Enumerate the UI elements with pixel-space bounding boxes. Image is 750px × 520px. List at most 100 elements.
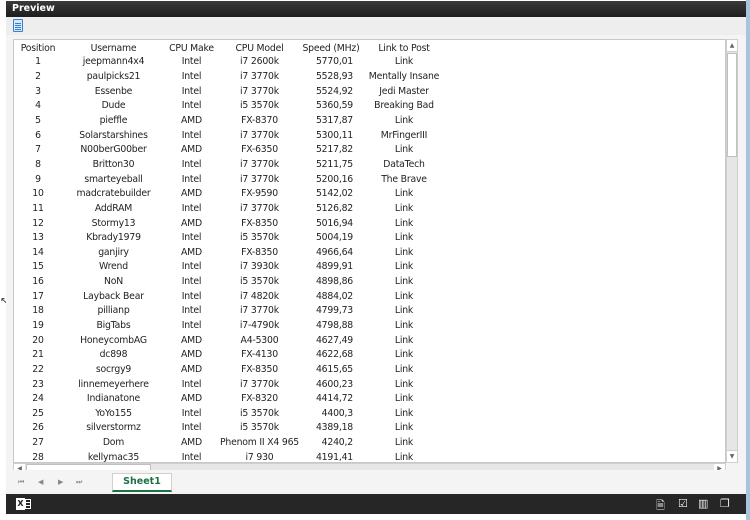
cell-speed: 4191,41 (315, 451, 353, 463)
cell-cpu-make: Intel (181, 173, 202, 185)
cell-link[interactable]: Link (361, 435, 447, 450)
cell-link[interactable]: Link (361, 55, 447, 70)
cell-cpu-make: Intel (181, 407, 202, 419)
cell-position: 27 (32, 437, 44, 449)
table-row: 24 Indianatone AMD FX-8320 4414,72 Link (14, 391, 447, 406)
download-icon[interactable]: 🗎 (656, 497, 665, 516)
cell-link[interactable]: Link (361, 450, 447, 462)
cell-position: 4 (35, 100, 41, 112)
cell-speed: 4622,68 (315, 349, 353, 361)
cell-username: pillianp (97, 305, 130, 317)
cell-link[interactable]: Link (361, 347, 447, 362)
cell-position: 5 (35, 115, 41, 127)
cell-link[interactable]: Link (361, 391, 447, 406)
next-sheet-button[interactable]: ▶ (58, 478, 63, 486)
status-bar: X 🗎 ☑ ▥ ❐ (6, 494, 746, 514)
table-row: 2 paulpicks21 Intel i7 3770k 5528,93 Mentally… (14, 69, 447, 84)
sheet-tab-sheet1[interactable]: Sheet1 (112, 473, 172, 492)
cell-link[interactable]: Link (361, 289, 447, 304)
prev-sheet-button[interactable]: ◀ (38, 478, 43, 486)
table-row: 7 N00berG00ber AMD FX-6350 5217,82 Link (14, 142, 447, 157)
cell-username: Britton30 (92, 158, 135, 170)
cell-cpu-make: AMD (181, 217, 202, 229)
cell-username: AddRAM (94, 202, 133, 214)
cell-link[interactable]: Link (361, 230, 447, 245)
vertical-scrollbar[interactable]: ▲ ▼ (726, 39, 738, 463)
cell-link[interactable]: Mentally Insane (361, 69, 447, 84)
cell-username: smarteyeball (84, 173, 143, 185)
scroll-up-button[interactable]: ▲ (727, 40, 737, 52)
cell-link[interactable]: Link (361, 216, 447, 231)
cell-position: 11 (32, 202, 44, 214)
cell-speed: 4389,18 (315, 422, 353, 434)
cell-link[interactable]: Link (361, 304, 447, 319)
cell-link[interactable]: Link (361, 362, 447, 377)
table-row: 14 ganjiry AMD FX-8350 4966,64 Link (14, 245, 447, 260)
sheet-tab-bar: ⏮ ◀ ▶ ⏭ Sheet1 (6, 470, 746, 494)
toolbar (6, 17, 746, 35)
table-row: 20 HoneycombAG AMD A4-5300 4627,49 Link (14, 333, 447, 348)
table-row: 19 BigTabs Intel i7-4790k 4798,88 Link (14, 318, 447, 333)
cell-link[interactable]: Link (361, 260, 447, 275)
cell-position: 6 (35, 129, 41, 141)
cell-position: 10 (32, 188, 44, 200)
cell-cpu-model: i5 3570k (240, 100, 279, 112)
spreadsheet-grid[interactable]: Position Username CPU Make CPU Model Spe… (13, 39, 726, 463)
cell-link[interactable]: DataTech (361, 157, 447, 172)
briefcase-check-icon[interactable]: ☑ (678, 497, 688, 510)
cell-speed: 5360,59 (315, 100, 353, 112)
cell-username: jeepmann4x4 (82, 56, 145, 68)
cell-link[interactable]: Link (361, 245, 447, 260)
cell-link[interactable]: Link (361, 113, 447, 128)
cell-link[interactable]: Link (361, 406, 447, 421)
cell-link[interactable]: MrFingerIII (361, 128, 447, 143)
cell-link[interactable]: Link (361, 333, 447, 348)
cell-username: Indianatone (86, 393, 141, 405)
scroll-down-button[interactable]: ▼ (727, 450, 737, 462)
cell-link[interactable]: Link (361, 318, 447, 333)
cell-speed: 5770,01 (315, 56, 353, 68)
cell-link[interactable]: Breaking Bad (361, 99, 447, 114)
vertical-scroll-thumb[interactable] (727, 53, 737, 157)
cell-cpu-model: A4-5300 (240, 334, 279, 346)
cell-cpu-model: i7 3770k (240, 202, 279, 214)
cell-speed: 5200,16 (315, 173, 353, 185)
cell-speed: 5126,82 (315, 202, 353, 214)
cell-speed: 5211,75 (315, 158, 353, 170)
cell-speed: 4414,72 (315, 393, 353, 405)
cell-link[interactable]: Link (361, 142, 447, 157)
cell-position: 18 (32, 305, 44, 317)
cell-cpu-model: FX-8350 (241, 217, 278, 229)
cell-position: 7 (35, 144, 41, 156)
cell-cpu-model: i7 3770k (240, 378, 279, 390)
reading-view-icon[interactable]: ▥ (698, 497, 708, 510)
cell-link[interactable]: Link (361, 186, 447, 201)
table-row: 18 pillianp Intel i7 3770k 4799,73 Link (14, 304, 447, 319)
cell-cpu-model: i5 3570k (240, 407, 279, 419)
cell-position: 17 (32, 290, 44, 302)
popout-icon[interactable]: ❐ (720, 497, 730, 510)
cell-link[interactable]: Link (361, 274, 447, 289)
document-icon[interactable] (13, 19, 23, 32)
cell-cpu-make: Intel (181, 319, 202, 331)
first-sheet-button[interactable]: ⏮ (18, 478, 24, 487)
cell-link[interactable]: Link (361, 377, 447, 392)
cell-link[interactable]: Link (361, 421, 447, 436)
last-sheet-button[interactable]: ⏭ (76, 478, 82, 487)
column-header-cpu-make: CPU Make (169, 42, 214, 54)
cell-cpu-make: AMD (181, 188, 202, 200)
cell-username: N00berG00ber (80, 144, 147, 156)
cell-speed: 4799,73 (315, 305, 353, 317)
cell-link[interactable]: Link (361, 201, 447, 216)
cell-cpu-model: i5 3570k (240, 422, 279, 434)
cell-speed: 4627,49 (315, 334, 353, 346)
table-row: 17 Layback Bear Intel i7 4820k 4884,02 Link (14, 289, 447, 304)
cell-username: Wrend (99, 261, 128, 273)
cell-link[interactable]: The Brave (361, 172, 447, 187)
cell-cpu-model: i7 3770k (240, 129, 279, 141)
cell-username: BigTabs (96, 319, 131, 331)
cell-position: 2 (35, 71, 41, 83)
cell-cpu-make: Intel (181, 378, 202, 390)
cell-cpu-make: AMD (181, 437, 202, 449)
cell-link[interactable]: Jedi Master (361, 84, 447, 99)
